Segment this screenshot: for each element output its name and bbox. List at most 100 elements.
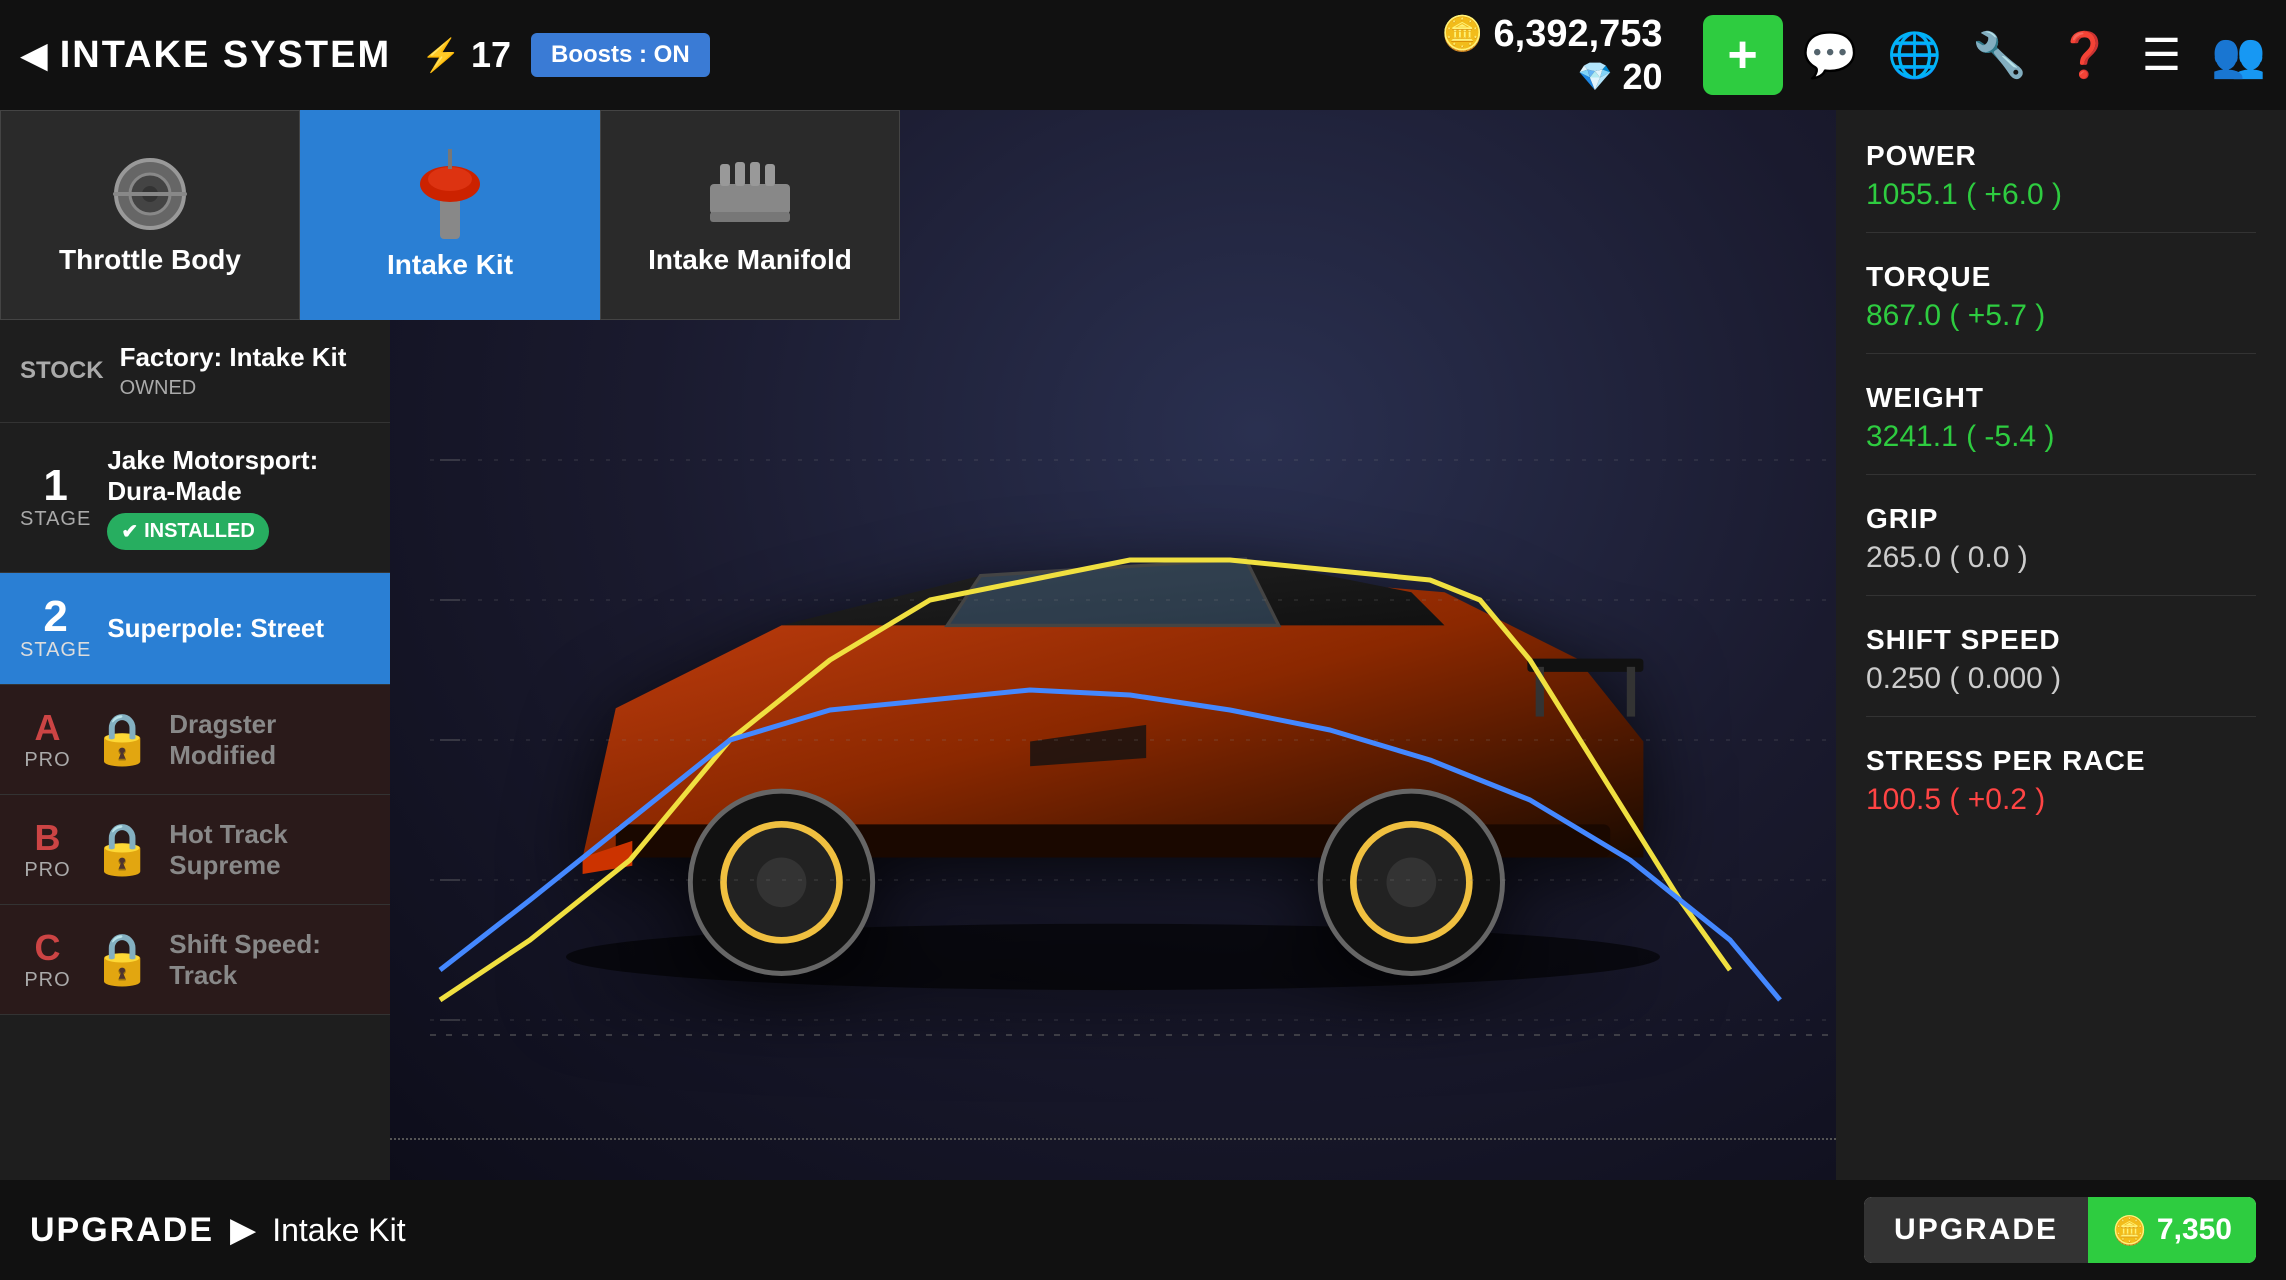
stat-name-power: POWER <box>1866 140 2256 172</box>
stat-name-grip: GRIP <box>1866 503 2256 535</box>
back-button[interactable]: ◀ INTAKE SYSTEM <box>20 34 391 77</box>
gem-amount: 20 <box>1623 56 1663 98</box>
upgrade-info-stageA: Dragster Modified <box>169 709 370 771</box>
stat-value-stress: 100.5 ( +0.2 ) <box>1866 783 2256 817</box>
upgrade-info-stock: Factory: Intake Kit OWNED <box>120 342 370 400</box>
intake-kit-icon <box>410 149 490 239</box>
stage-badge-A: A PRO <box>20 707 75 772</box>
bottom-upgrade-label: UPGRADE <box>30 1211 214 1250</box>
gold-amount: 6,392,753 <box>1494 13 1663 56</box>
stage-badge-stage1: 1 STAGE <box>20 464 91 531</box>
upgrade-btn-text: UPGRADE <box>1864 1197 2088 1263</box>
upgrade-name-stageB: Hot Track Supreme <box>169 819 370 881</box>
gold-row: 🪙 6,392,753 <box>1441 13 1662 56</box>
stats-panel: POWER 1055.1 ( +6.0 ) TORQUE 867.0 ( +5.… <box>1836 110 2286 1180</box>
lightning-icon: ⚡ <box>421 36 461 74</box>
stat-torque: TORQUE 867.0 ( +5.7 ) <box>1866 261 2256 354</box>
stage-sub-A: PRO <box>24 749 70 772</box>
parts-tabs: Throttle Body Intake Kit Intake Manifold <box>0 110 900 320</box>
upgrade-action-button[interactable]: UPGRADE 🪙 7,350 <box>1864 1197 2256 1263</box>
upgrade-info-stageC: Shift Speed: Track <box>169 929 370 991</box>
installed-label: INSTALLED <box>144 520 255 543</box>
add-currency-button[interactable]: + <box>1703 15 1783 95</box>
gem-icon: 💎 <box>1578 60 1613 93</box>
stat-value-power: 1055.1 ( +6.0 ) <box>1866 178 2256 212</box>
stat-value-weight: 3241.1 ( -5.4 ) <box>1866 420 2256 454</box>
top-bar: ◀ INTAKE SYSTEM ⚡ 17 Boosts : ON 🪙 6,392… <box>0 0 2286 110</box>
stat-shift-speed: SHIFT SPEED 0.250 ( 0.000 ) <box>1866 624 2256 717</box>
stage-letter-B: B <box>35 817 61 859</box>
stage-label-stock: STOCK <box>20 357 104 385</box>
upgrade-item-stageA[interactable]: A PRO 🔒 Dragster Modified <box>0 685 390 795</box>
menu-button[interactable]: ☰ <box>2142 30 2181 81</box>
upgrade-name-stock: Factory: Intake Kit <box>120 342 370 373</box>
stage-sub-B: PRO <box>24 859 70 882</box>
stage-letter-C: C <box>35 927 61 969</box>
stage-sub-C: PRO <box>24 969 70 992</box>
bottom-bar: UPGRADE ▶ Intake Kit UPGRADE 🪙 7,350 <box>0 1180 2286 1280</box>
globe-button[interactable]: 🌐 <box>1887 29 1942 81</box>
stage-sub-1: STAGE <box>20 508 91 531</box>
intake-manifold-icon <box>705 154 795 234</box>
stat-name-shift-speed: SHIFT SPEED <box>1866 624 2256 656</box>
stat-stress: STRESS PER RACE 100.5 ( +0.2 ) <box>1866 745 2256 837</box>
gem-row: 💎 20 <box>1578 56 1663 98</box>
coin-icon: 🪙 <box>2112 1214 2147 1247</box>
stage-number-2: 2 <box>43 595 67 639</box>
stat-value-shift-speed: 0.250 ( 0.000 ) <box>1866 662 2256 696</box>
wrench-button[interactable]: 🔧 <box>1972 29 2027 81</box>
top-right-group: 🪙 6,392,753 💎 20 + 💬 🌐 🔧 ❓ ☰ 👥 <box>1441 13 2266 98</box>
stat-name-weight: WEIGHT <box>1866 382 2256 414</box>
stat-weight: WEIGHT 3241.1 ( -5.4 ) <box>1866 382 2256 475</box>
stage-letter-A: A <box>35 707 61 749</box>
stage-badge-stage2: 2 STAGE <box>20 595 91 662</box>
boost-badge[interactable]: Boosts : ON <box>531 33 710 77</box>
lock-icon-A: 🔒 <box>91 710 153 769</box>
installed-badge: ✔ INSTALLED <box>107 513 269 550</box>
stage-badge-stock: STOCK <box>20 357 104 385</box>
stat-grip: GRIP 265.0 ( 0.0 ) <box>1866 503 2256 596</box>
tab-intake-manifold[interactable]: Intake Manifold <box>600 110 900 320</box>
stage-number-1: 1 <box>43 464 67 508</box>
stat-value-grip: 265.0 ( 0.0 ) <box>1866 541 2256 575</box>
upgrade-item-stage2[interactable]: 2 STAGE Superpole: Street <box>0 573 390 685</box>
chat-button[interactable]: 💬 <box>1803 29 1858 81</box>
throttle-body-icon <box>105 154 195 234</box>
car-visual <box>450 260 1776 1140</box>
stage-sub-2: STAGE <box>20 639 91 662</box>
upgrade-info-stage2: Superpole: Street <box>107 613 370 644</box>
stat-name-torque: TORQUE <box>1866 261 2256 293</box>
currency-group: 🪙 6,392,753 💎 20 <box>1441 13 1662 98</box>
upgrade-item-stage1[interactable]: 1 STAGE Jake Motorsport: Dura-Made ✔ INS… <box>0 423 390 573</box>
lock-icon-B: 🔒 <box>91 820 153 879</box>
tab-throttle-body-label: Throttle Body <box>59 244 241 276</box>
tab-intake-kit[interactable]: Intake Kit <box>300 110 600 320</box>
check-icon: ✔ <box>121 519 138 544</box>
stage-badge-C: C PRO <box>20 927 75 992</box>
help-button[interactable]: ❓ <box>2057 29 2112 81</box>
upgrade-name-stage1: Jake Motorsport: Dura-Made <box>107 445 370 507</box>
upgrade-cost-value: 7,350 <box>2157 1213 2232 1247</box>
stat-name-stress: STRESS PER RACE <box>1866 745 2256 777</box>
upgrade-name-stageC: Shift Speed: Track <box>169 929 370 991</box>
lock-icon-C: 🔒 <box>91 930 153 989</box>
page-title: INTAKE SYSTEM <box>60 34 391 77</box>
upgrade-tag-stock: OWNED <box>120 377 370 400</box>
upgrade-info-stage1: Jake Motorsport: Dura-Made ✔ INSTALLED <box>107 445 370 550</box>
upgrade-name-stage2: Superpole: Street <box>107 613 370 644</box>
upgrade-item-stageC[interactable]: C PRO 🔒 Shift Speed: Track <box>0 905 390 1015</box>
back-arrow-icon: ◀ <box>20 34 48 76</box>
stage-badge-B: B PRO <box>20 817 75 882</box>
stat-value-torque: 867.0 ( +5.7 ) <box>1866 299 2256 333</box>
upgrade-item-stageB[interactable]: B PRO 🔒 Hot Track Supreme <box>0 795 390 905</box>
tab-intake-kit-label: Intake Kit <box>387 249 513 281</box>
social-button[interactable]: 👥 <box>2211 29 2266 81</box>
stat-power: POWER 1055.1 ( +6.0 ) <box>1866 140 2256 233</box>
play-icon: ▶ <box>230 1210 256 1250</box>
gold-icon: 🪙 <box>1441 14 1483 54</box>
upgrade-info-stageB: Hot Track Supreme <box>169 819 370 881</box>
upgrade-item-stock[interactable]: STOCK Factory: Intake Kit OWNED <box>0 320 390 423</box>
upgrade-btn-cost: 🪙 7,350 <box>2088 1197 2256 1263</box>
upgrade-button-group: UPGRADE 🪙 7,350 <box>1864 1197 2256 1263</box>
tab-throttle-body[interactable]: Throttle Body <box>0 110 300 320</box>
